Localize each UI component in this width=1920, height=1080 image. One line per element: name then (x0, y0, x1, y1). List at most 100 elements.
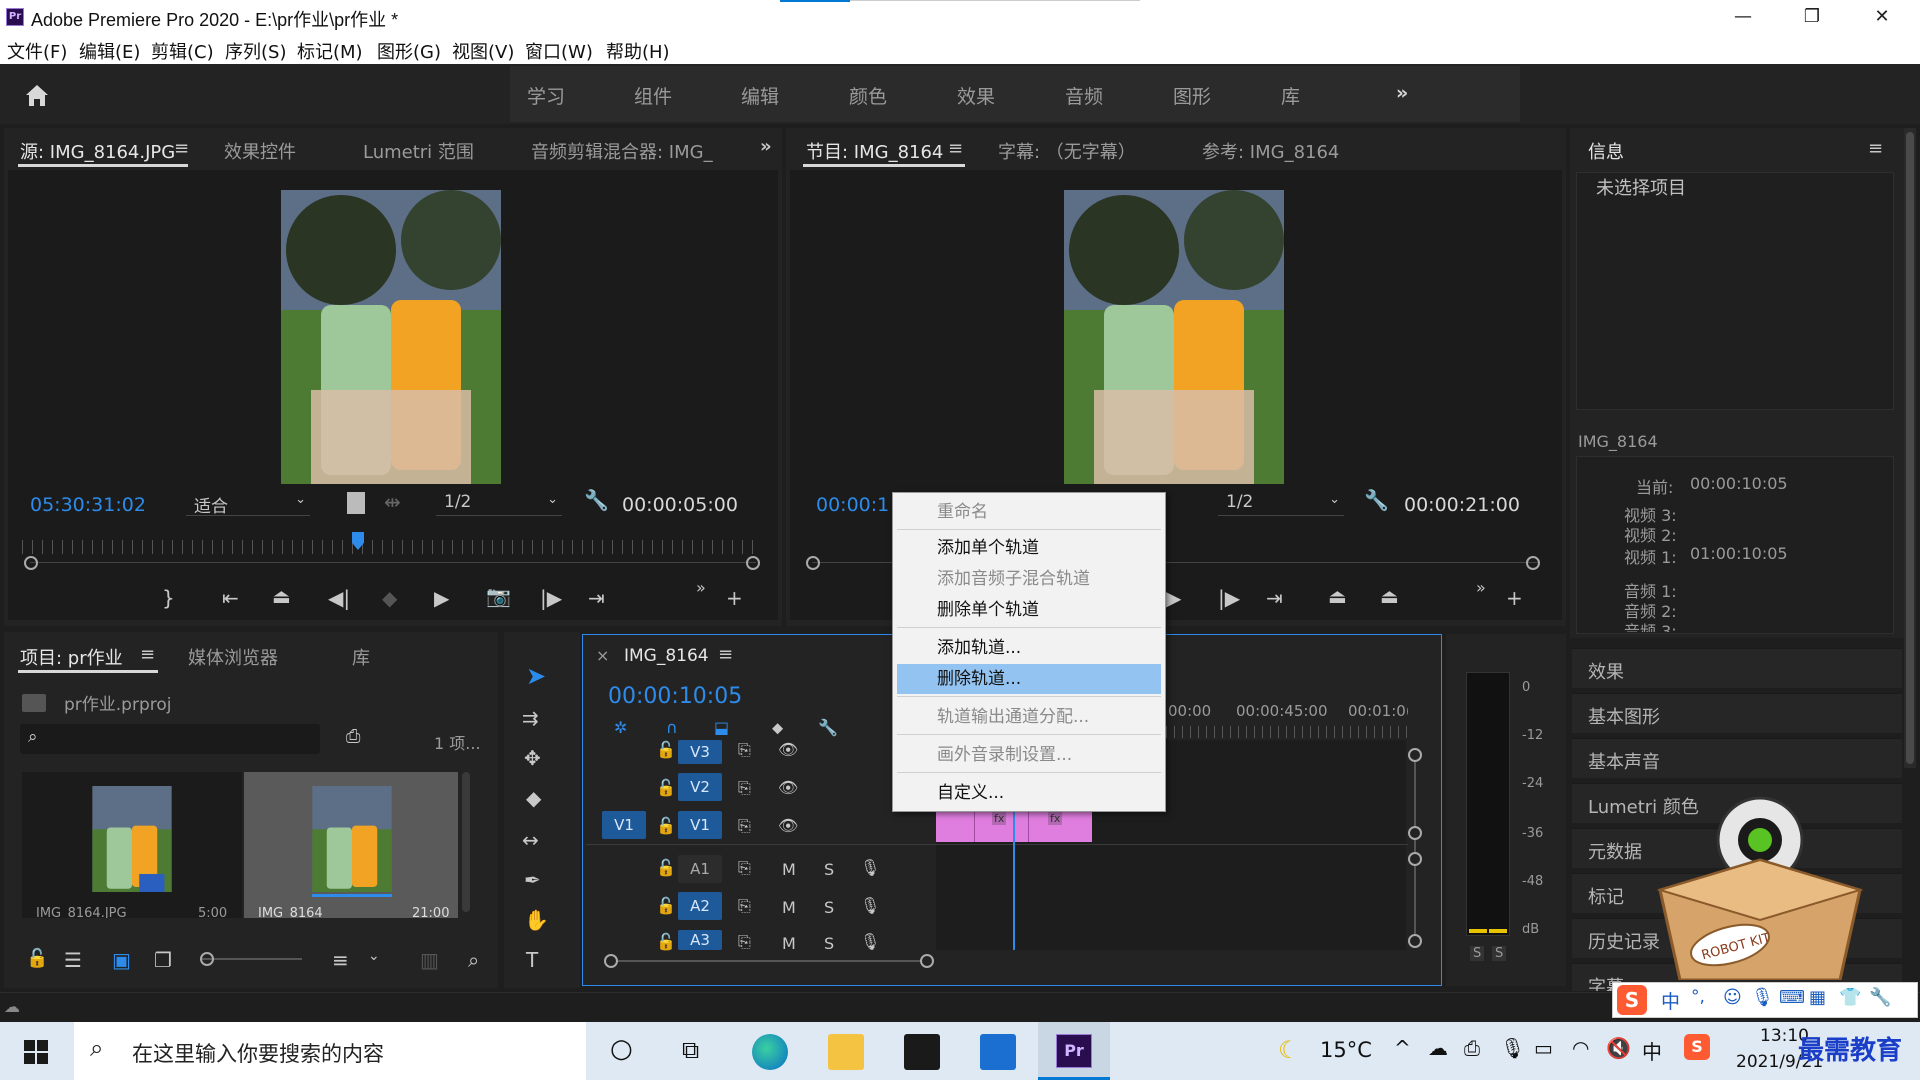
eye-icon[interactable]: 👁 (778, 740, 798, 759)
right-scrollbar[interactable] (1904, 128, 1916, 768)
program-panel-menu-icon[interactable]: ≡ (948, 138, 963, 159)
source-ruler[interactable] (22, 540, 762, 554)
track-a3[interactable]: A3 (678, 930, 722, 950)
track-v2[interactable]: V2 (678, 773, 722, 801)
tab-project[interactable]: 项目: pr作业 (20, 644, 123, 670)
close-button[interactable]: ✕ (1862, 4, 1902, 30)
workspace-tab-editing[interactable]: 编辑 (741, 82, 779, 109)
emoji-icon[interactable]: ☺ (1723, 987, 1742, 1008)
microphone-icon[interactable]: 🎙 (860, 896, 880, 915)
info-panel-menu-icon[interactable]: ≡ (1868, 138, 1883, 159)
right-scrollbar-thumb[interactable] (1906, 132, 1914, 764)
timeline-hscroll[interactable] (610, 960, 930, 962)
solo-button[interactable]: S (824, 860, 834, 879)
sync-lock-icon[interactable]: ⎘ (738, 816, 751, 836)
selection-tool-icon[interactable]: ➤ (526, 662, 546, 690)
panel-essential-sound[interactable]: 基本声音 (1572, 738, 1902, 778)
weather-moon-icon[interactable]: ☾ (1278, 1036, 1300, 1064)
extract-icon[interactable]: ⏏ (1380, 584, 1399, 608)
hscroll-handle[interactable] (920, 954, 934, 968)
solo-button[interactable]: S (824, 898, 834, 917)
menu-item-rename[interactable]: 重命名 (897, 497, 1161, 527)
track-lock-icon[interactable]: 🔓 (656, 932, 676, 951)
info-title[interactable]: 信息 (1588, 138, 1624, 164)
track-a2[interactable]: A2 (678, 892, 722, 920)
track-lock-icon[interactable]: 🔓 (656, 896, 676, 915)
project-panel-menu-icon[interactable]: ≡ (140, 644, 155, 665)
weather-temperature[interactable]: 15°C (1320, 1038, 1372, 1062)
source-patch-v1[interactable]: V1 (602, 811, 646, 839)
vscroll-handle[interactable] (1408, 852, 1422, 866)
source-zoom-handle-right[interactable] (746, 556, 760, 570)
volume-muted-icon[interactable]: 🔇 (1606, 1036, 1631, 1060)
clip-icon[interactable] (347, 492, 365, 514)
source-fit-dropdown[interactable]: 适合 ⌄ (186, 490, 310, 517)
tab-lumetri-scopes[interactable]: Lumetri 范围 (363, 138, 474, 164)
menu-help[interactable]: 帮助(H) (606, 38, 670, 64)
program-zoom-handle-left[interactable] (806, 556, 820, 570)
timeline-settings-icon[interactable]: 🔧 (818, 718, 838, 737)
mark-out-icon[interactable]: } (162, 586, 175, 610)
voice-icon[interactable]: 🎙 (1751, 987, 1774, 1008)
meter-solo-right[interactable]: S (1492, 946, 1507, 961)
tray-chevron-up-icon[interactable]: ^ (1394, 1036, 1411, 1060)
linked-selection-icon[interactable]: ⬓ (714, 718, 729, 737)
automate-icon[interactable]: ▥ (420, 948, 439, 972)
add-marker-icon[interactable]: ⬥ (772, 718, 783, 738)
screenshot-icon[interactable]: ⎙ (1464, 1036, 1480, 1060)
minimize-button[interactable]: — (1723, 4, 1763, 30)
pen-tool-icon[interactable]: ✒ (524, 868, 541, 892)
tab-libraries[interactable]: 库 (352, 644, 370, 670)
workspace-tab-audio[interactable]: 音频 (1065, 82, 1103, 109)
menu-item-delete-tracks[interactable]: 删除轨道... (897, 664, 1161, 694)
source-scrubber-track[interactable] (30, 562, 756, 563)
transport-more-icon[interactable]: » (696, 578, 706, 597)
sync-lock-icon[interactable]: ⎘ (738, 740, 751, 760)
project-item-selected[interactable]: IMG_8164 21:00 (244, 772, 458, 918)
new-search-bin-icon[interactable]: ⎙ (346, 726, 360, 747)
track-a1[interactable]: A1 (678, 855, 722, 883)
timeline-menu-icon[interactable]: ≡ (718, 644, 733, 665)
file-explorer-icon[interactable] (828, 1034, 864, 1070)
project-scrollbar[interactable] (462, 772, 470, 912)
tab-captions[interactable]: 字幕: （无字幕） (998, 138, 1136, 164)
step-back-icon[interactable]: ◀| (328, 586, 350, 610)
cortana-icon[interactable]: ○ (610, 1034, 633, 1064)
camera-icon[interactable]: 📷 (486, 584, 511, 608)
tab-reference[interactable]: 参考: IMG_8164 (1202, 138, 1339, 164)
type-tool-icon[interactable]: T (526, 948, 538, 972)
meter-solo-left[interactable]: S (1470, 946, 1485, 961)
menu-marker[interactable]: 标记(M) (297, 38, 363, 64)
play-icon[interactable]: ▶ (434, 586, 449, 610)
microphone-icon[interactable]: 🎙 (860, 932, 880, 951)
freeform-view-icon[interactable]: ❐ (154, 948, 172, 972)
panel-essential-graphics[interactable]: 基本图形 (1572, 693, 1902, 733)
workspace-tab-libraries[interactable]: 库 (1281, 82, 1300, 109)
battery-icon[interactable]: ▭ (1534, 1036, 1553, 1060)
sync-lock-icon[interactable]: ⎘ (738, 932, 751, 952)
keyboard-icon[interactable]: ⌨ (1779, 987, 1805, 1008)
sync-lock-icon[interactable]: ⎘ (738, 858, 751, 878)
drag-video-icon[interactable]: ⇹ (384, 490, 401, 514)
task-view-icon[interactable]: ⧉ (682, 1036, 699, 1064)
menu-edit[interactable]: 编辑(E) (79, 38, 140, 64)
track-v1[interactable]: V1 (678, 811, 722, 839)
program-play-icon[interactable]: ▶ (1166, 586, 1181, 610)
microphone-icon[interactable]: 🎙 (860, 858, 880, 877)
menu-item-add-single-track[interactable]: 添加单个轨道 (897, 533, 1161, 563)
menu-view[interactable]: 视图(V) (452, 38, 514, 64)
toolbox-icon[interactable]: ▦ (1809, 987, 1826, 1008)
skin-icon[interactable]: 👕 (1839, 987, 1861, 1008)
program-zoom-handle-right[interactable] (1526, 556, 1540, 570)
program-step-forward-icon[interactable]: |▶ (1218, 586, 1240, 610)
taskbar-search-box[interactable]: ⌕ 在这里输入你要搜索的内容 (74, 1022, 586, 1080)
sogou-tray-icon[interactable]: S (1684, 1034, 1710, 1060)
workspace-tab-assembly[interactable]: 组件 (634, 82, 672, 109)
panel-effects[interactable]: 效果 (1572, 648, 1902, 688)
tab-media-browser[interactable]: 媒体浏览器 (188, 644, 278, 670)
program-transport-more-icon[interactable]: » (1476, 578, 1486, 597)
program-add-button-icon[interactable]: + (1506, 586, 1523, 610)
sogou-ime-icon[interactable]: S (1617, 985, 1647, 1015)
slip-tool-icon[interactable]: ↔ (522, 828, 539, 852)
solo-button[interactable]: S (824, 934, 834, 953)
